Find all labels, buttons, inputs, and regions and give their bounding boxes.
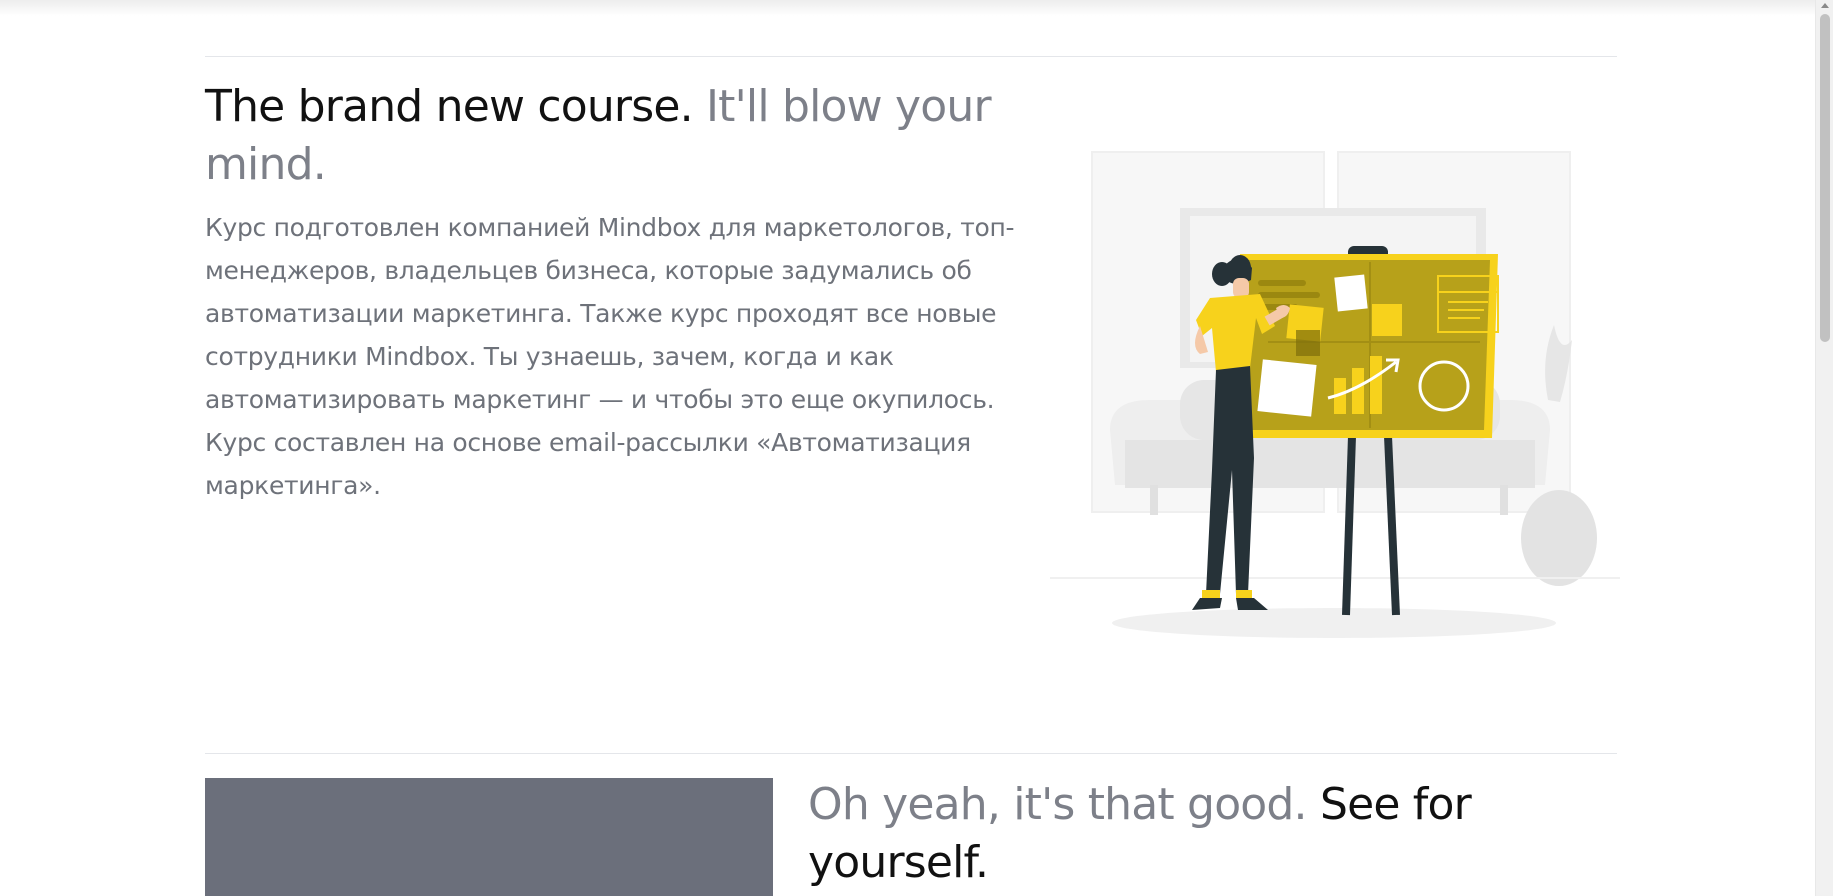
video-text: Oh yeah, it's that good. See for yoursel… (808, 776, 1608, 892)
section-divider (205, 753, 1617, 754)
scrollbar-thumb[interactable] (1820, 14, 1830, 342)
video-heading-muted: Oh yeah, it's that good. (808, 779, 1308, 830)
video-heading: Oh yeah, it's that good. See for yoursel… (808, 776, 1608, 892)
video-placeholder[interactable] (205, 778, 773, 896)
person-at-whiteboard-illustration (1050, 151, 1620, 638)
scroll-up-icon[interactable] (1821, 3, 1829, 8)
whiteboard (1240, 246, 1499, 616)
feature-text: The brand new course. It'll blow your mi… (205, 78, 1035, 507)
section-divider (205, 56, 1617, 57)
feature-heading-main: The brand new course. (205, 81, 694, 132)
floor-shadow (1112, 608, 1556, 638)
top-shadow (0, 0, 1833, 16)
page-scrollbar[interactable] (1815, 0, 1833, 896)
feature-description: Курс подготовлен компанией Mindbox для м… (205, 213, 1015, 500)
feature-heading: The brand new course. It'll blow your mi… (205, 78, 1035, 194)
